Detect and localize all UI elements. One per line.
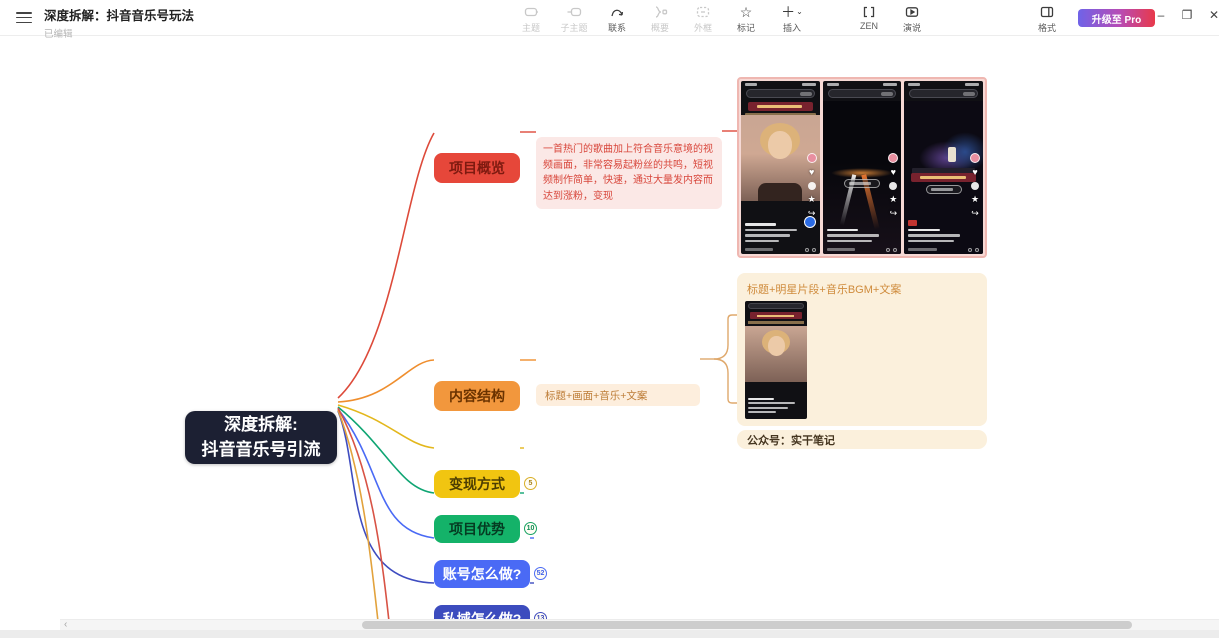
- action-rail: ♥ ★ ↪: [807, 153, 817, 218]
- topic-icon: [523, 4, 539, 20]
- presentation-icon: [904, 4, 920, 20]
- marker-button[interactable]: ☆ 标记: [731, 4, 761, 34]
- like-icon: ♥: [809, 168, 814, 177]
- favorite-icon: ★: [971, 195, 979, 204]
- branch-connector-lines: [0, 36, 1219, 638]
- subtopic-button[interactable]: 子主题: [559, 4, 589, 34]
- menu-icon[interactable]: [16, 12, 32, 24]
- topic-tag: [908, 220, 917, 226]
- subtopic-icon: [566, 4, 582, 20]
- bottom-status-strip: [0, 630, 1219, 638]
- share-icon: ↪: [971, 209, 979, 218]
- window-minimize-button[interactable]: –: [1152, 8, 1170, 22]
- action-rail: ♥ ★ ↪: [970, 153, 980, 218]
- topic-button[interactable]: 主题: [516, 4, 546, 34]
- search-bar: [828, 89, 897, 98]
- branch-monetization[interactable]: 变现方式: [434, 470, 520, 498]
- branch-project-advantages[interactable]: 项目优势: [434, 515, 520, 543]
- phone-screenshot-2: ♥ ★ ↪: [823, 81, 902, 254]
- title-banner: [911, 173, 976, 182]
- branch-how-to-run-account[interactable]: 账号怎么做?: [434, 560, 530, 588]
- format-button[interactable]: 格式: [1032, 4, 1062, 34]
- project-overview-note[interactable]: 一首热门的歌曲加上符合音乐意境的视频画面，非常容易起粉丝的共鸣，短视频制作简单，…: [536, 137, 722, 209]
- root-topic-line1: 深度拆解:: [202, 413, 321, 438]
- relationship-button[interactable]: 联系: [602, 4, 632, 34]
- app-window: 深度拆解：抖音音乐号玩法 已编辑 主题 子主题 联系: [0, 0, 1219, 638]
- status-bar: [745, 83, 816, 86]
- search-bar: [909, 89, 978, 98]
- comment-icon: [971, 182, 979, 190]
- share-icon: ↪: [890, 209, 898, 218]
- summary-button[interactable]: 概要: [645, 4, 675, 34]
- branch-content-structure[interactable]: 内容结构: [434, 381, 520, 411]
- comment-icon: [889, 182, 897, 190]
- toolbar-right-group: ZEN 演说: [854, 4, 927, 34]
- collapsed-count-badge-monetization[interactable]: 5: [524, 477, 537, 490]
- replay-pill-button: [926, 185, 962, 194]
- window-close-button[interactable]: ✕: [1205, 8, 1219, 22]
- format-panel-icon: [1039, 4, 1055, 20]
- boundary-icon: [695, 4, 711, 20]
- mindmap-canvas: 深度拆解: 抖音音乐号引流 项目概览 一首热门的歌曲加上符合音乐意境的视频画面，…: [0, 36, 1219, 638]
- summary-icon: [652, 4, 668, 20]
- title-banner: [748, 102, 813, 111]
- bottom-bar: [908, 248, 979, 251]
- detail-title: 标题+明星片段+音乐BGM+文案: [747, 281, 977, 297]
- relationship-icon: [609, 4, 625, 20]
- like-icon: ♥: [972, 168, 977, 177]
- window-maximize-button[interactable]: ❐: [1178, 8, 1196, 22]
- phone-screenshot-3: ♥ ★ ↪: [904, 81, 983, 254]
- comment-icon: [808, 182, 816, 190]
- phone-screenshot-1: ♥ ★ ↪: [741, 81, 820, 254]
- marker-icon: ☆: [740, 4, 753, 20]
- status-bar: [827, 83, 898, 86]
- search-bar: [746, 89, 815, 98]
- replay-pill-button: [844, 179, 880, 188]
- account-badge: [804, 216, 816, 228]
- zen-button[interactable]: ZEN: [854, 4, 884, 34]
- wechat-account-node[interactable]: 公众号：实干笔记: [737, 430, 987, 449]
- content-structure-detail[interactable]: 标题+明星片段+音乐BGM+文案: [737, 273, 987, 426]
- document-title-block: 深度拆解：抖音音乐号玩法 已编辑: [44, 5, 194, 40]
- favorite-icon: ★: [808, 195, 816, 204]
- like-icon: ♥: [891, 168, 896, 177]
- caption-text-lines: [745, 223, 802, 242]
- document-title: 深度拆解：抖音音乐号玩法: [44, 5, 194, 24]
- horizontal-scrollbar-thumb[interactable]: [362, 621, 1132, 629]
- upgrade-pro-button[interactable]: 升级至 Pro: [1078, 9, 1155, 27]
- caption-text-lines: [827, 229, 884, 243]
- present-button[interactable]: 演说: [897, 4, 927, 34]
- status-bar: [908, 83, 979, 86]
- scroll-left-arrow[interactable]: ‹: [64, 619, 67, 630]
- top-toolbar: 深度拆解：抖音音乐号玩法 已编辑 主题 子主题 联系: [0, 0, 1219, 36]
- insert-icon: ＋⌄: [781, 4, 803, 20]
- zen-mode-icon: [861, 4, 877, 20]
- root-topic[interactable]: 深度拆解: 抖音音乐号引流: [185, 411, 337, 464]
- collapsed-count-badge-account[interactable]: 52: [534, 567, 547, 580]
- boundary-button[interactable]: 外框: [688, 4, 718, 34]
- douyin-screenshots-attachment[interactable]: ♥ ★ ↪ ♥: [737, 77, 987, 258]
- bottom-bar: [827, 248, 898, 251]
- content-structure-child[interactable]: 标题+画面+音乐+文案: [536, 384, 700, 406]
- avatar: [970, 153, 980, 163]
- douyin-mini-screenshot: [745, 301, 807, 419]
- branch-project-overview[interactable]: 项目概览: [434, 153, 520, 183]
- avatar: [888, 153, 898, 163]
- caption-text-lines: [908, 229, 965, 243]
- action-rail: ♥ ★ ↪: [888, 153, 898, 218]
- collapsed-count-badge-advantages[interactable]: 10: [524, 522, 537, 535]
- favorite-icon: ★: [889, 195, 897, 204]
- document-status: 已编辑: [44, 26, 194, 40]
- root-topic-line2: 抖音音乐号引流: [202, 438, 321, 463]
- insert-button[interactable]: ＋⌄ 插入: [774, 4, 810, 34]
- toolbar-center-group: 主题 子主题 联系 概要: [516, 4, 810, 34]
- avatar: [807, 153, 817, 163]
- format-group: 格式: [1032, 4, 1062, 34]
- bottom-bar: [745, 248, 816, 251]
